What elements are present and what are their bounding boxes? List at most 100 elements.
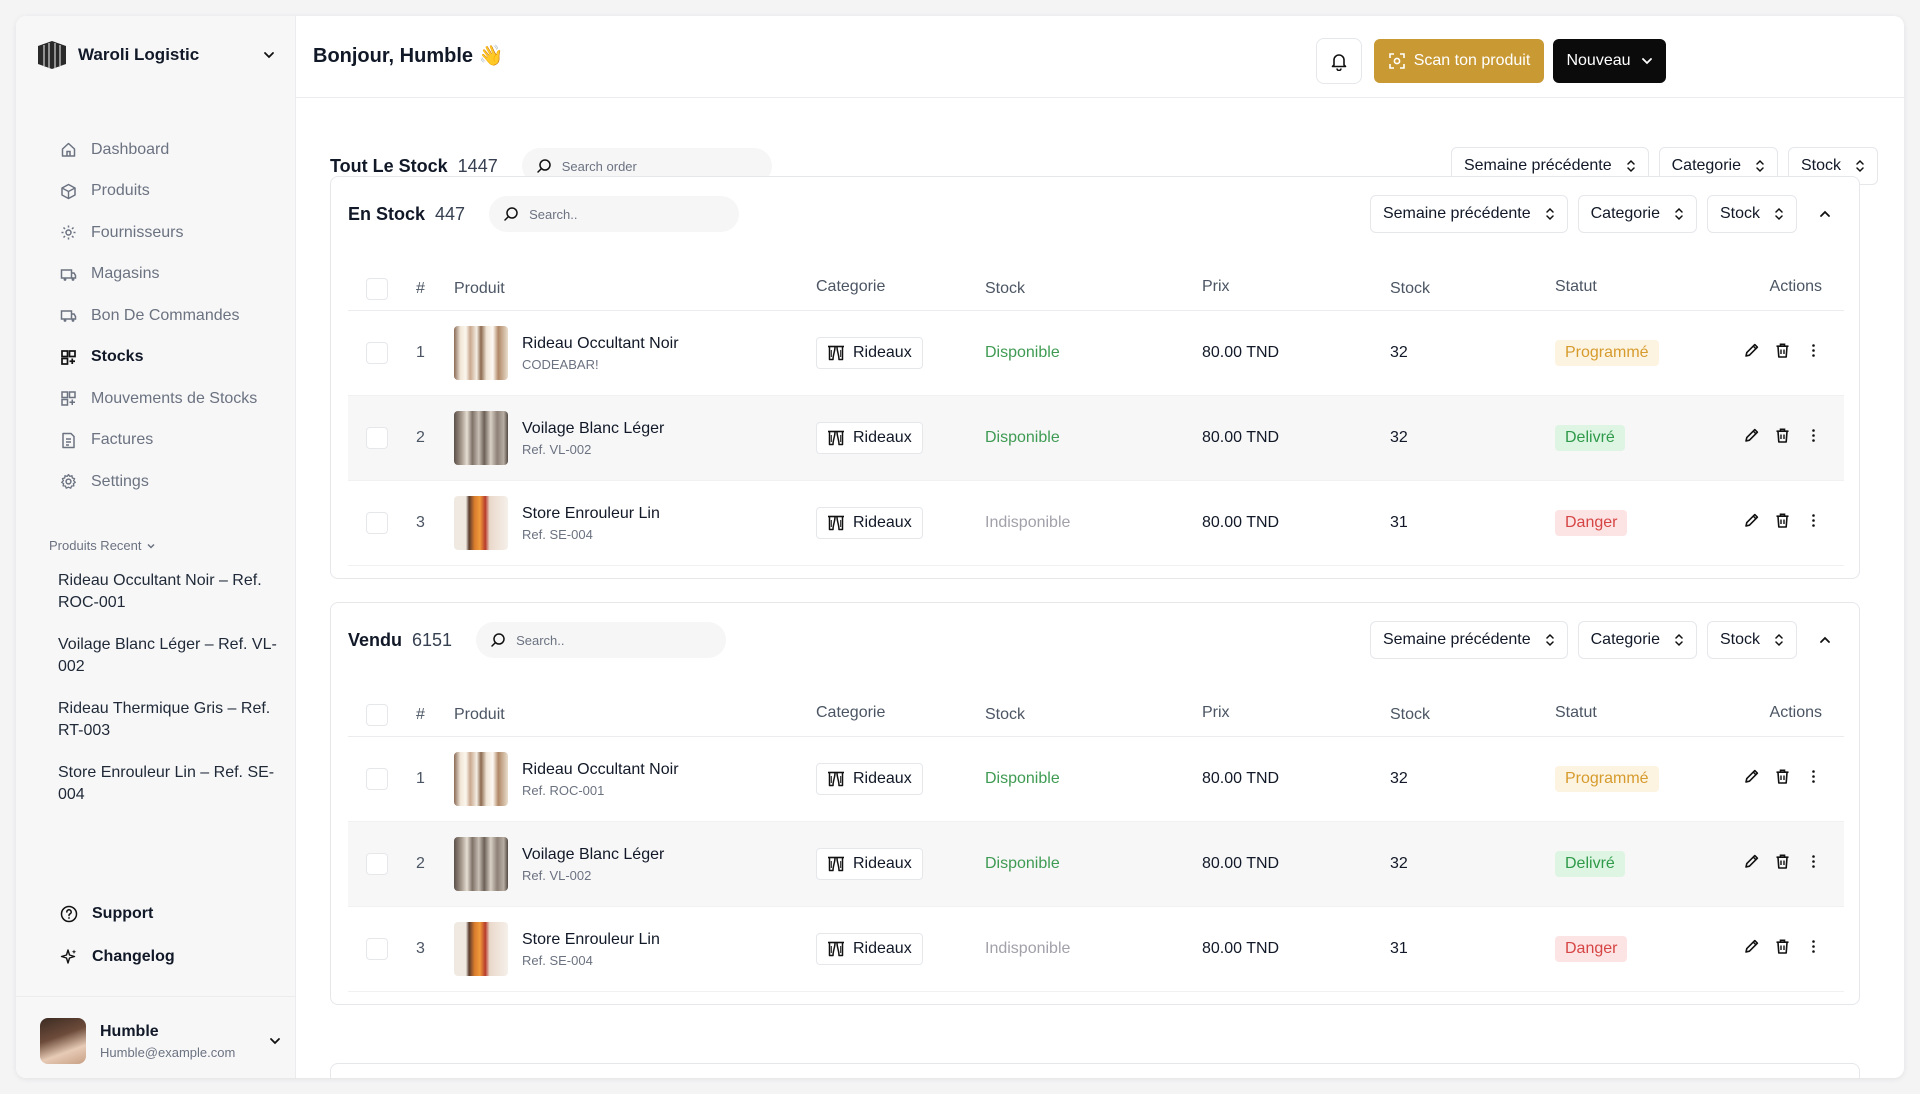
status-badge: Danger [1555, 936, 1628, 962]
sidebar-item-fournisseurs[interactable]: Fournisseurs [36, 212, 286, 254]
more-button[interactable] [1805, 938, 1822, 960]
row-actions [1720, 853, 1844, 875]
notifications-button[interactable] [1316, 38, 1362, 84]
recent-product-item[interactable]: Rideau Thermique Gris – Ref. RT-003 [58, 698, 278, 762]
recent-product-item[interactable]: Store Enrouleur Lin – Ref. SE-004 [58, 762, 278, 826]
changelog-link[interactable]: Changelog [36, 935, 286, 978]
row-actions [1720, 512, 1844, 534]
filter-select[interactable]: Categorie [1577, 621, 1697, 659]
sidebar-item-label: Factures [91, 431, 154, 449]
table-row[interactable]: 3 Store Enrouleur Lin Ref. SE-004 Rideau… [348, 481, 1844, 566]
row-checkbox[interactable] [366, 342, 388, 364]
delete-button[interactable] [1774, 427, 1791, 449]
search-placeholder: Search.. [516, 632, 565, 648]
table-row[interactable]: 3 Store Enrouleur Lin Ref. SE-004 Rideau… [348, 907, 1844, 992]
delete-button[interactable] [1774, 853, 1791, 875]
sidebar-item-dashboard[interactable]: Dashboard [36, 129, 286, 171]
pencil-icon [1745, 513, 1759, 527]
filter-select-value: Categorie [1590, 631, 1660, 648]
table-row[interactable]: 1 Rideau Occultant Noir CODEABAR! Rideau… [348, 311, 1844, 396]
sort-arrows-icon [1545, 207, 1554, 221]
filter-select-value: Semaine précédente [1382, 631, 1531, 648]
filter-select[interactable]: Stock [1706, 621, 1797, 659]
sidebar-nav: Dashboard Produits Fournisseurs Magasins… [36, 129, 286, 503]
select-all-checkbox[interactable] [366, 277, 388, 300]
row-actions [1720, 938, 1844, 960]
delete-button[interactable] [1774, 512, 1791, 534]
delete-button[interactable] [1774, 768, 1791, 790]
row-checkbox[interactable] [366, 512, 388, 534]
product-cell: Rideau Occultant Noir CODEABAR! [454, 326, 816, 380]
table-row[interactable]: 2 Voilage Blanc Léger Ref. VL-002 Rideau… [348, 822, 1844, 907]
edit-button[interactable] [1743, 427, 1760, 449]
search-icon [504, 207, 518, 221]
product-name: Rideau Occultant Noir [522, 760, 679, 778]
scan-product-button[interactable]: Scan ton produit [1374, 39, 1544, 83]
more-button[interactable] [1805, 512, 1822, 534]
filter-select-value: Stock [1800, 157, 1841, 174]
sidebar-item-settings[interactable]: Settings [36, 461, 286, 503]
section-search-input[interactable]: Search.. [489, 196, 740, 232]
more-button[interactable] [1805, 427, 1822, 449]
more-button[interactable] [1805, 342, 1822, 364]
row-checkbox[interactable] [366, 938, 388, 960]
sidebar-item-magasins[interactable]: Magasins [36, 254, 286, 296]
filter-select[interactable]: Categorie [1577, 195, 1697, 233]
price: 80.00 TND [1202, 429, 1280, 446]
search-placeholder: Search.. [529, 206, 578, 222]
brand-logo-icon [38, 41, 66, 69]
status-badge: Programmé [1555, 340, 1659, 366]
sidebar-item-stocks[interactable]: Stocks [36, 337, 286, 379]
more-vertical-icon [1812, 344, 1815, 357]
sidebar-item-bon-de-commandes[interactable]: Bon De Commandes [36, 295, 286, 337]
sidebar-item-factures[interactable]: Factures [36, 420, 286, 462]
edit-button[interactable] [1743, 853, 1760, 875]
section-search-input[interactable]: Search.. [476, 622, 727, 658]
status-badge: Programmé [1555, 766, 1659, 792]
sidebar-item-label: Stocks [91, 348, 144, 366]
filter-select[interactable]: Semaine précédente [1369, 195, 1568, 233]
row-checkbox[interactable] [366, 768, 388, 790]
collapse-section-button[interactable] [1807, 195, 1843, 233]
recent-products-toggle[interactable]: Produits Recent [49, 538, 156, 553]
row-checkbox[interactable] [366, 853, 388, 875]
user-menu[interactable]: Humble Humble@example.com [40, 1016, 290, 1066]
price: 80.00 TND [1202, 940, 1280, 957]
recent-product-item[interactable]: Voilage Blanc Léger – Ref. VL-002 [58, 634, 278, 698]
filter-select[interactable]: Semaine précédente [1369, 621, 1568, 659]
select-all-checkbox[interactable] [366, 703, 388, 726]
more-vertical-icon [1812, 855, 1815, 868]
sidebar-item-label: Settings [91, 472, 149, 490]
column-header-quantity: Stock [1390, 279, 1431, 297]
support-label: Support [92, 904, 154, 922]
filter-select-value: Stock [1719, 205, 1760, 222]
edit-button[interactable] [1743, 512, 1760, 534]
chevron-down-icon [264, 52, 274, 59]
curtain-icon [828, 430, 844, 446]
edit-button[interactable] [1743, 938, 1760, 960]
edit-button[interactable] [1743, 342, 1760, 364]
recent-product-item[interactable]: Rideau Occultant Noir – Ref. ROC-001 [58, 570, 278, 634]
table-row[interactable]: 1 Rideau Occultant Noir Ref. ROC-001 Rid… [348, 737, 1844, 822]
delete-button[interactable] [1774, 938, 1791, 960]
user-name: Humble [100, 1022, 159, 1040]
filter-select[interactable]: Stock [1706, 195, 1797, 233]
category-chip: Rideaux [816, 422, 923, 454]
table-row[interactable]: 2 Voilage Blanc Léger Ref. VL-002 Rideau… [348, 396, 1844, 481]
sidebar-item-mouvements-de-stocks[interactable]: Mouvements de Stocks [36, 378, 286, 420]
support-link[interactable]: Support [36, 892, 286, 935]
new-button[interactable]: Nouveau [1553, 39, 1666, 83]
product-ref: Ref. VL-002 [522, 867, 592, 883]
collapse-section-button[interactable] [1807, 621, 1843, 659]
delete-button[interactable] [1774, 342, 1791, 364]
more-button[interactable] [1805, 768, 1822, 790]
sidebar-item-produits[interactable]: Produits [36, 171, 286, 213]
edit-button[interactable] [1743, 768, 1760, 790]
workspace-switcher[interactable]: Waroli Logistic [36, 38, 286, 72]
pencil-icon [1745, 343, 1759, 357]
row-number: 2 [416, 429, 425, 446]
row-checkbox[interactable] [366, 427, 388, 449]
curtain-icon [828, 856, 844, 872]
more-button[interactable] [1805, 853, 1822, 875]
row-number: 3 [416, 940, 425, 957]
